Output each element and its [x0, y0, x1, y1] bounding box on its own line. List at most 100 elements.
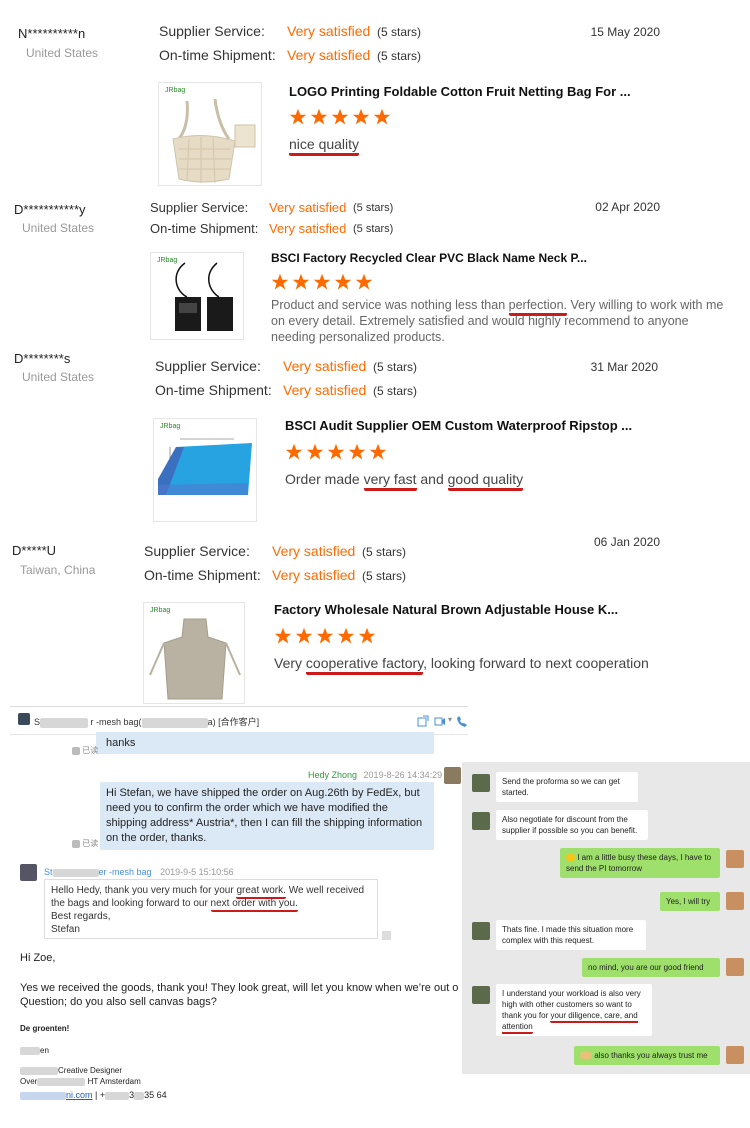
beach-mat-icon — [158, 438, 252, 495]
message-bubble: Send the proforma so we can get started. — [496, 772, 638, 802]
star-icon — [306, 443, 324, 460]
message-bubble: I am a little busy these days, I have to… — [560, 848, 720, 878]
brand-logo: JRbag — [150, 607, 171, 614]
sender-label: Hedy Zhong — [308, 770, 358, 780]
user-avatar — [726, 850, 744, 868]
email-name: en — [20, 1046, 49, 1055]
sender-name: St er -mesh bag 2019-9-5 15:10:56 — [44, 867, 234, 877]
message-text: Hello Hedy, thank you very much for your — [51, 885, 237, 896]
review-4: D*****U Taiwan, China Supplier Service: … — [0, 530, 750, 705]
highlighted-phrase: next order with you. — [210, 898, 298, 912]
message-bubble: Yes, I will try — [660, 892, 720, 911]
supplier-service-label: Supplier Service: — [155, 358, 261, 374]
lanyard-badge-icon — [175, 262, 233, 331]
email-body: Yes we received the goods, thank you! Th… — [20, 982, 459, 994]
email-role: Creative Designer — [20, 1066, 122, 1075]
product-title[interactable]: Factory Wholesale Natural Brown Adjustab… — [274, 602, 618, 617]
user-avatar — [726, 1046, 744, 1064]
star-icon — [292, 273, 310, 290]
comment-text: and — [416, 471, 448, 487]
product-title[interactable]: BSCI Factory Recycled Clear PVC Black Na… — [271, 251, 587, 265]
email-company: Over HT Amsterdam — [20, 1077, 141, 1086]
redacted — [134, 1091, 145, 1100]
company-text: HT Amsterdam — [87, 1077, 141, 1086]
highlighted-phrase: very fast — [363, 471, 417, 491]
rating-stars — [289, 108, 391, 126]
message-bubble: Hi Stefan, we have shipped the order on … — [100, 782, 434, 850]
star-icon — [355, 273, 373, 290]
phone-chat: Send the proforma so we can get started.… — [462, 762, 750, 1074]
buyer-country: Taiwan, China — [20, 563, 96, 577]
supplier-service-value: Very satisfied — [283, 358, 367, 374]
buyer-country: United States — [22, 221, 95, 235]
buyer-name: N**********n — [18, 26, 86, 41]
message-bubble: Thats fine. I made this situation more c… — [496, 920, 646, 950]
email-contact: ni.com | +3 35 64 — [20, 1090, 167, 1100]
call-icon[interactable] — [456, 715, 468, 727]
product-title[interactable]: LOGO Printing Foldable Cotton Fruit Nett… — [289, 84, 631, 99]
share-icon[interactable] — [417, 715, 429, 727]
shipment-label: On-time Shipment: — [159, 47, 276, 63]
redacted — [20, 1091, 66, 1100]
redacted — [37, 1077, 86, 1086]
shipment-label: On-time Shipment: — [150, 221, 259, 236]
supplier-service-value: Very satisfied — [272, 543, 356, 559]
contact-avatar — [18, 713, 30, 725]
star-icon — [369, 443, 387, 460]
sender-avatar — [20, 864, 37, 881]
customer-avatar — [472, 922, 490, 940]
read-label: 已读 — [82, 746, 99, 755]
redacted — [141, 717, 208, 728]
message-time: 2019-8-26 14:34:29 — [363, 770, 443, 780]
message-bubble: Hello Hedy, thank you very much for your… — [44, 879, 378, 939]
shipment-stars: (5 stars) — [353, 223, 394, 235]
role-text: Creative Designer — [58, 1066, 123, 1075]
user-avatar — [726, 958, 744, 976]
supplier-service-label: Supplier Service: — [150, 200, 249, 215]
star-icon — [271, 273, 289, 290]
star-icon — [327, 443, 345, 460]
rating-stars — [271, 273, 373, 291]
more-icon[interactable] — [382, 931, 391, 940]
message-bubble: Also negotiate for discount from the sup… — [496, 810, 648, 840]
star-icon — [358, 627, 376, 644]
review-comment: nice quality — [289, 136, 360, 156]
website-link[interactable]: ni.com — [66, 1090, 93, 1100]
highlighted-phrase: good quality — [447, 471, 524, 491]
chat-title-part: r -mesh bag( — [90, 717, 142, 727]
star-icon — [348, 443, 366, 460]
star-icon — [310, 108, 328, 125]
review-date: 31 Mar 2020 — [590, 360, 658, 374]
review-comment: Product and service was nothing less tha… — [271, 297, 735, 345]
product-image[interactable]: JRbag — [158, 82, 262, 186]
highlighted-phrase: cooperative factory — [305, 655, 424, 675]
star-icon — [285, 443, 303, 460]
message-bubble: no mind, you are our good friend — [582, 958, 720, 977]
brand-logo: JRbag — [165, 87, 186, 94]
product-title[interactable]: BSCI Audit Supplier OEM Custom Waterproo… — [285, 418, 632, 433]
emoji-icon — [580, 1052, 592, 1060]
emoji-icon — [566, 853, 575, 863]
supplier-service-label: Supplier Service: — [144, 543, 250, 559]
email-greeting: Hi Zoe, — [20, 952, 56, 964]
redacted — [20, 1066, 58, 1075]
highlighted-phrase: nice quality — [289, 136, 360, 156]
product-image[interactable]: JRbag — [143, 602, 245, 704]
check-icon — [72, 746, 80, 755]
review-comment: Order made very fast and good quality — [285, 471, 524, 491]
user-avatar — [726, 892, 744, 910]
product-image[interactable]: JRbag — [150, 252, 244, 340]
supplier-service-stars: (5 stars) — [373, 360, 418, 374]
chevron-down-icon[interactable]: ▾ — [448, 715, 452, 724]
email-signoff: De groenten! — [20, 1024, 70, 1033]
redacted — [40, 717, 89, 728]
customer-avatar — [472, 774, 490, 792]
sender-avatar — [444, 767, 461, 784]
shipment-label: On-time Shipment: — [144, 567, 261, 583]
buyer-name: D***********y — [14, 202, 86, 217]
read-label: 已读 — [82, 839, 99, 848]
supplier-service-value: Very satisfied — [269, 200, 347, 215]
product-image[interactable]: JRbag — [153, 418, 257, 522]
video-icon[interactable] — [434, 715, 446, 727]
review-date: 02 Apr 2020 — [595, 200, 660, 214]
